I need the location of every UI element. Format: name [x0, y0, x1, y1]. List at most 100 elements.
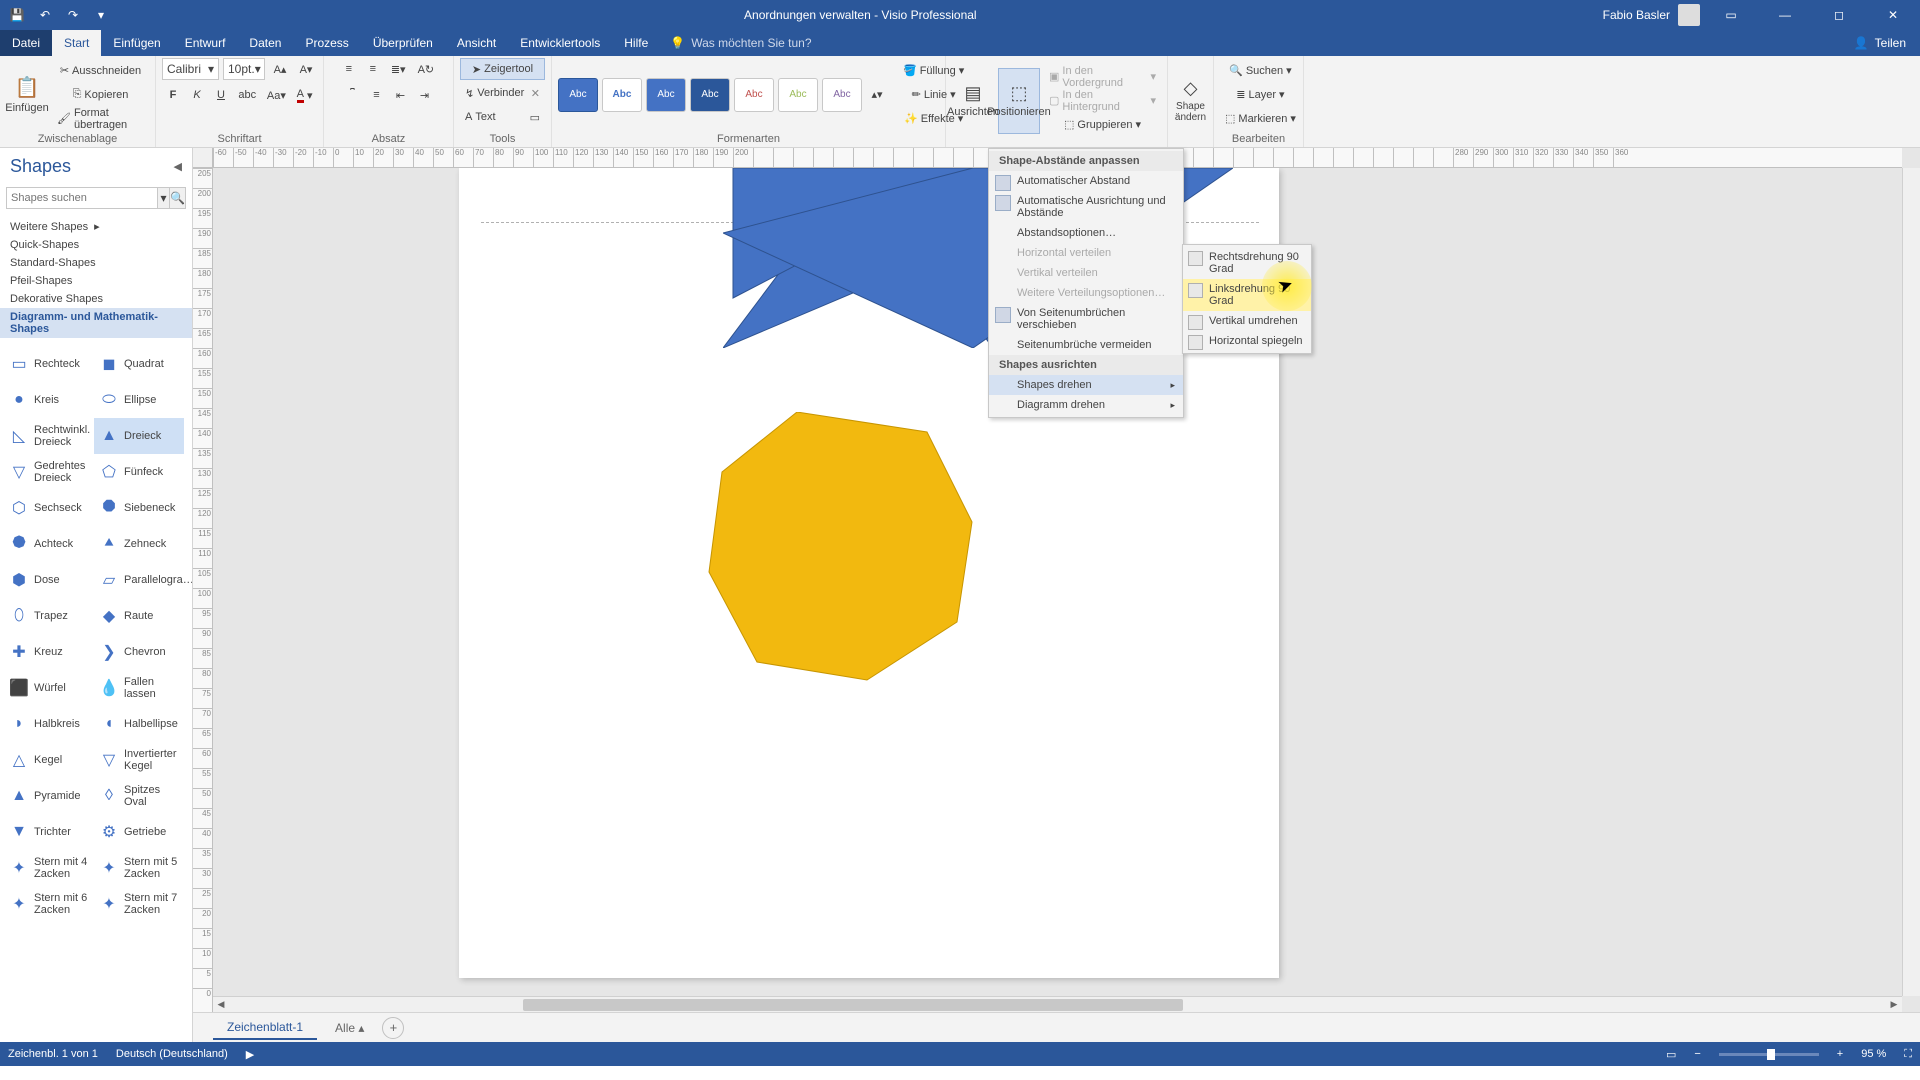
shape-item[interactable]: △Kegel: [4, 742, 94, 778]
presentation-icon[interactable]: ▭: [1666, 1048, 1676, 1061]
style-swatch-3[interactable]: Abc: [690, 78, 730, 112]
search-icon[interactable]: 🔍: [170, 187, 186, 209]
sm-fliph[interactable]: Horizontal spiegeln: [1183, 331, 1311, 351]
tab-data[interactable]: Daten: [237, 30, 293, 56]
layer-button[interactable]: ≣Layer▾: [1220, 84, 1301, 106]
group-button[interactable]: ⬚Gruppieren▾: [1044, 114, 1161, 136]
undo-icon[interactable]: ↶: [34, 4, 56, 26]
tab-review[interactable]: Überprüfen: [361, 30, 445, 56]
stencil-decorative[interactable]: Dekorative Shapes: [0, 290, 192, 308]
tab-start[interactable]: Start: [52, 30, 101, 56]
shape-item[interactable]: ⬡Sechseck: [4, 490, 94, 526]
dd-avoid-breaks[interactable]: Seitenumbrüche vermeiden: [989, 335, 1183, 355]
search-dropdown-icon[interactable]: ▾: [158, 187, 170, 209]
maximize-icon[interactable]: ◻: [1816, 0, 1862, 30]
shape-item[interactable]: ◖Halbellipse: [94, 706, 184, 742]
shape-item[interactable]: ◆Raute: [94, 598, 184, 634]
style-gallery-more[interactable]: ▴▾: [866, 78, 888, 112]
bring-front-button[interactable]: ▣In den Vordergrund▾: [1044, 66, 1161, 88]
pointer-tool-button[interactable]: ➤Zeigertool: [460, 58, 545, 80]
scroll-thumb-h[interactable]: [523, 999, 1183, 1011]
tab-insert[interactable]: Einfügen: [101, 30, 172, 56]
shape-item[interactable]: ▽Gedrehtes Dreieck: [4, 454, 94, 490]
zoom-slider[interactable]: [1719, 1053, 1819, 1056]
connector-tool-button[interactable]: ↯Verbinder✕: [460, 82, 545, 104]
align-left-button[interactable]: ≡: [338, 58, 360, 80]
grow-font-button[interactable]: A▴: [269, 58, 291, 80]
stencil-quick[interactable]: Quick-Shapes: [0, 236, 192, 254]
underline-button[interactable]: U: [210, 84, 232, 106]
shape-item[interactable]: ❯Chevron: [94, 634, 184, 670]
sheet-all[interactable]: Alle ▴: [325, 1017, 374, 1039]
scroll-left-icon[interactable]: ◀: [213, 997, 229, 1013]
shape-item[interactable]: ▽Invertierter Kegel: [94, 742, 184, 778]
close-icon[interactable]: ✕: [1870, 0, 1916, 30]
shape-item[interactable]: ◺Rechtwinkl. Dreieck: [4, 418, 94, 454]
shape-item[interactable]: ▭Rechteck: [4, 346, 94, 382]
send-back-button[interactable]: ▢In den Hintergrund▾: [1044, 90, 1161, 112]
find-button[interactable]: 🔍Suchen▾: [1220, 60, 1301, 82]
rotate-text-button[interactable]: A↻: [413, 58, 440, 80]
zoom-thumb[interactable]: [1767, 1049, 1775, 1060]
indent-inc-button[interactable]: ⇥: [414, 84, 436, 106]
style-swatch-6[interactable]: Abc: [822, 78, 862, 112]
shape-item[interactable]: ⯅Zehneck: [94, 526, 184, 562]
shape-item[interactable]: ●Kreis: [4, 382, 94, 418]
shape-item[interactable]: ⬢Dose: [4, 562, 94, 598]
dd-space-options[interactable]: Abstandsoptionen…: [989, 223, 1183, 243]
tab-process[interactable]: Prozess: [293, 30, 360, 56]
shape-item[interactable]: ▲Pyramide: [4, 778, 94, 814]
shape-item[interactable]: ⬯Trapez: [4, 598, 94, 634]
status-lang[interactable]: Deutsch (Deutschland): [116, 1048, 228, 1060]
shape-item[interactable]: 💧Fallen lassen: [94, 670, 184, 706]
tab-design[interactable]: Entwurf: [173, 30, 238, 56]
qat-dropdown-icon[interactable]: ▾: [90, 4, 112, 26]
stencil-standard[interactable]: Standard-Shapes: [0, 254, 192, 272]
shape-item[interactable]: ▲Dreieck: [94, 418, 184, 454]
shape-item[interactable]: ⚙Getriebe: [94, 814, 184, 850]
font-name-combo[interactable]: Calibri▾: [162, 58, 219, 80]
text-tool-button[interactable]: AText▭: [460, 106, 545, 128]
align-button[interactable]: ▤Ausrichten: [952, 68, 994, 134]
change-shape-button[interactable]: ◇Shape ändern: [1174, 68, 1207, 134]
macro-icon[interactable]: ▶: [246, 1048, 254, 1061]
shrink-font-button[interactable]: A▾: [295, 58, 317, 80]
shape-item[interactable]: ✦Stern mit 7 Zacken: [94, 886, 184, 922]
tell-me-search[interactable]: 💡 Was möchten Sie tun?: [660, 30, 821, 56]
scroll-right-icon[interactable]: ▶: [1886, 997, 1902, 1013]
strike-button[interactable]: abc: [234, 84, 261, 106]
sheet-tab-1[interactable]: Zeichenblatt-1: [213, 1016, 317, 1040]
indent-dec-button[interactable]: ⇤: [390, 84, 412, 106]
tab-developer[interactable]: Entwicklertools: [508, 30, 612, 56]
style-swatch-0[interactable]: Abc: [558, 78, 598, 112]
shape-item[interactable]: ⯃Siebeneck: [94, 490, 184, 526]
select-button[interactable]: ⬚Markieren▾: [1220, 108, 1301, 130]
copy-button[interactable]: ⎘Kopieren: [52, 84, 149, 106]
tab-view[interactable]: Ansicht: [445, 30, 508, 56]
case-button[interactable]: Aa▾: [263, 84, 291, 106]
shape-item[interactable]: ✦Stern mit 6 Zacken: [4, 886, 94, 922]
align-center-button[interactable]: ≡: [362, 58, 384, 80]
bullets-button[interactable]: ≣▾: [386, 58, 411, 80]
shapes-search-input[interactable]: [6, 187, 158, 209]
dd-rotate-diagram[interactable]: Diagramm drehen▸: [989, 395, 1183, 415]
font-color-button[interactable]: A▾: [292, 84, 317, 106]
align-mid-button[interactable]: ≡: [366, 84, 388, 106]
position-button[interactable]: ⬚Positionieren: [998, 68, 1040, 134]
shape-item[interactable]: ◗Halbkreis: [4, 706, 94, 742]
tab-file[interactable]: Datei: [0, 30, 52, 56]
shape-item[interactable]: ◊Spitzes Oval: [94, 778, 184, 814]
style-swatch-4[interactable]: Abc: [734, 78, 774, 112]
horizontal-scrollbar[interactable]: ◀ ▶: [213, 996, 1902, 1012]
bold-button[interactable]: F: [162, 84, 184, 106]
minimize-icon[interactable]: —: [1762, 0, 1808, 30]
autosave-icon[interactable]: 💾: [6, 4, 28, 26]
stencil-diagram-math[interactable]: Diagramm- und Mathematik-Shapes: [0, 308, 192, 338]
share-button[interactable]: 👤 Teilen: [1840, 30, 1920, 56]
dd-move-breaks[interactable]: Von Seitenumbrüchen verschieben: [989, 303, 1183, 335]
zoom-out-icon[interactable]: −: [1694, 1048, 1700, 1060]
add-sheet-button[interactable]: +: [382, 1017, 404, 1039]
shape-item[interactable]: ⯄Achteck: [4, 526, 94, 562]
avatar[interactable]: [1678, 4, 1700, 26]
shape-item[interactable]: ✚Kreuz: [4, 634, 94, 670]
